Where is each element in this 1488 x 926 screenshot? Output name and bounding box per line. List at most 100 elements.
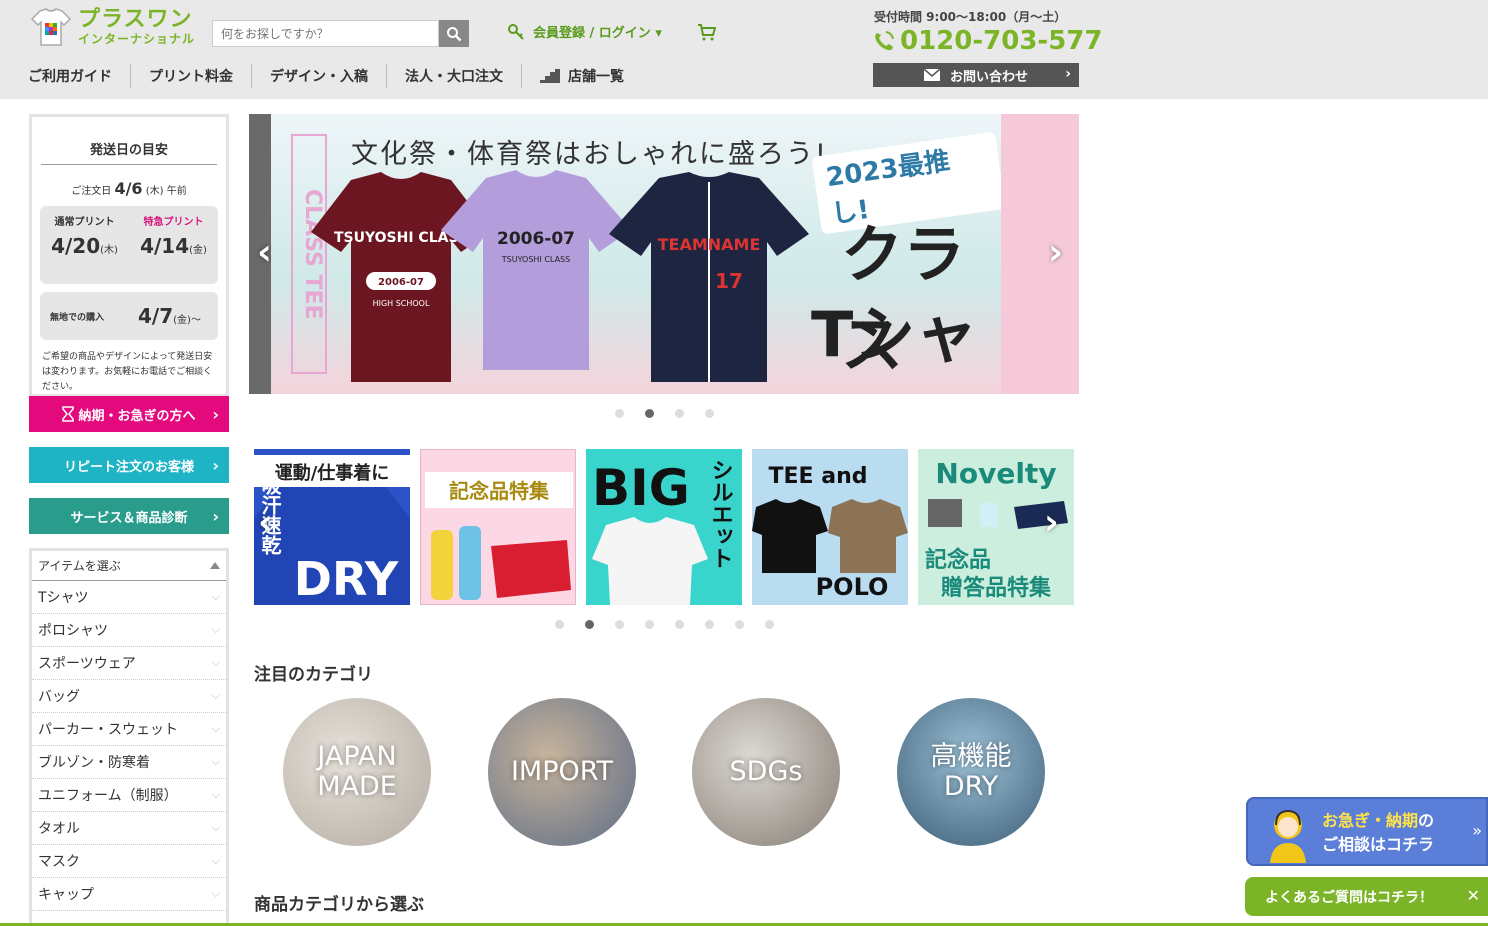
banner-big-side: シルエット bbox=[708, 459, 733, 569]
carousel-dot[interactable] bbox=[675, 409, 684, 418]
diagnosis-button[interactable]: サービス＆商品診断 › bbox=[29, 498, 229, 534]
carousel-dot[interactable] bbox=[615, 409, 624, 418]
banner-commemorative-title: 記念品特集 bbox=[449, 479, 550, 503]
list-item[interactable]: ブルゾン・防寒着 ⌵ bbox=[32, 746, 226, 779]
item-label: バッグ bbox=[38, 689, 80, 705]
plain-purchase-day: (金)～ bbox=[173, 315, 201, 326]
chevron-down-icon: ⌵ bbox=[211, 623, 220, 636]
chevron-down-icon: ⌵ bbox=[211, 590, 220, 603]
category-high-function-dry[interactable]: 高機能 DRY bbox=[897, 698, 1045, 846]
list-item[interactable]: スポーツウェア ⌵ bbox=[32, 647, 226, 680]
navy-baseball-shirt-image: TEAMNAME 17 bbox=[609, 172, 809, 382]
category-sdgs[interactable]: SDGs bbox=[692, 698, 840, 846]
faq-widget[interactable]: よくあるご質問はコチラ！ ✕ bbox=[1245, 877, 1488, 916]
carousel-prev-arrow-icon[interactable]: ‹ bbox=[257, 232, 272, 273]
print-dates: 通常プリント 4/20(木) 特急プリント 4/14(金) bbox=[40, 206, 218, 284]
carousel-dot[interactable] bbox=[735, 620, 744, 629]
list-item[interactable]: タオル ⌵ bbox=[32, 812, 226, 845]
item-list-title: アイテムを選ぶ bbox=[38, 559, 121, 573]
carousel-dot[interactable] bbox=[555, 620, 564, 629]
item-label: ポロシャツ bbox=[38, 623, 108, 639]
category-label: 高機能 DRY bbox=[930, 741, 1012, 802]
hero-carousel-dots bbox=[615, 409, 714, 418]
urgent-consult-widget[interactable]: お急ぎ・納期の ご相談はコチラ » bbox=[1246, 797, 1488, 866]
nav-item-price[interactable]: プリント料金 bbox=[131, 64, 252, 88]
search-button[interactable] bbox=[439, 20, 469, 47]
banner-tee-polo[interactable]: TEE and POLO bbox=[752, 449, 908, 605]
carousel-dot[interactable] bbox=[705, 409, 714, 418]
shirt2-line2: TSUYOSHI CLASS bbox=[501, 255, 570, 264]
phone-icon bbox=[875, 31, 894, 51]
cart-icon[interactable] bbox=[697, 22, 717, 42]
hero-slide-class-tshirt[interactable]: CLASS TEE 文化祭・体育祭はおしゃれに盛ろう! TSUYOSHI CLA… bbox=[271, 114, 1006, 394]
banner-big-silhouette-art: BIG シルエット bbox=[592, 459, 733, 605]
carousel-dot-active[interactable] bbox=[585, 620, 594, 629]
site-logo[interactable]: プラスワン インターナショナル bbox=[30, 6, 200, 48]
main-nav: ご利用ガイド プリント料金 デザイン・入稿 法人・大口注文 店舗一覧 bbox=[10, 64, 642, 88]
urgent-line2a: ご相談 bbox=[1322, 835, 1371, 854]
chevron-down-icon: ⌵ bbox=[211, 722, 220, 735]
logo-main-text: プラスワン bbox=[78, 7, 193, 32]
banner-prev-arrow-icon[interactable]: ‹ bbox=[258, 502, 273, 543]
site-header: プラスワン インターナショナル 会員登録 / ログイン ▾ 受付時間 9:00～… bbox=[0, 0, 1488, 99]
close-icon[interactable]: ✕ bbox=[1467, 886, 1480, 905]
double-chevron-right-icon: » bbox=[1472, 821, 1482, 840]
contact-button[interactable]: お問い合わせ › bbox=[873, 63, 1079, 87]
carousel-next-arrow-icon[interactable]: › bbox=[1048, 232, 1063, 273]
category-import[interactable]: IMPORT bbox=[488, 698, 636, 846]
login-link[interactable]: 会員登録 / ログイン ▾ bbox=[508, 22, 662, 41]
normal-print: 通常プリント 4/20(木) bbox=[40, 206, 129, 284]
list-item[interactable]: ポロシャツ ⌵ bbox=[32, 614, 226, 647]
chevron-down-icon: ⌵ bbox=[211, 788, 220, 801]
list-item[interactable]: バッグ ⌵ bbox=[32, 680, 226, 713]
item-category-list: アイテムを選ぶ Tシャツ ⌵ ポロシャツ ⌵ スポーツウェア ⌵ バッグ ⌵ パーカー・… bbox=[29, 548, 229, 926]
product-category-section-title: 商品カテゴリから選ぶ bbox=[254, 895, 424, 915]
search-input[interactable] bbox=[212, 20, 439, 47]
shipping-note: ご希望の商品やデザインによって発送日安は変わります。お気軽にお電話でご相談くださ… bbox=[42, 352, 213, 392]
shirt1-line2: 2006-07 bbox=[378, 277, 424, 288]
repeat-order-button[interactable]: リピート注文のお客様 › bbox=[29, 447, 229, 483]
list-item[interactable]: マスク ⌵ bbox=[32, 845, 226, 878]
express-print-date: 4/14 bbox=[140, 234, 190, 258]
carousel-dot-active[interactable] bbox=[645, 409, 654, 418]
carousel-dot[interactable] bbox=[765, 620, 774, 629]
item-label: ブルゾン・防寒着 bbox=[38, 755, 150, 771]
chevron-down-icon: ⌵ bbox=[211, 656, 220, 669]
category-label: SDGs bbox=[729, 756, 803, 788]
carousel-dot[interactable] bbox=[705, 620, 714, 629]
nav-item-stores[interactable]: 店舗一覧 bbox=[522, 64, 642, 88]
list-item[interactable]: ユニフォーム（制服） ⌵ bbox=[32, 779, 226, 812]
nav-item-design[interactable]: デザイン・入稿 bbox=[252, 64, 387, 88]
item-list-header[interactable]: アイテムを選ぶ bbox=[32, 551, 226, 581]
chevron-right-icon: › bbox=[1065, 66, 1071, 82]
order-date: 4/6 bbox=[114, 179, 143, 198]
hero-next-slide bbox=[1001, 114, 1079, 394]
banner-big-silhouette[interactable]: BIG シルエット bbox=[586, 449, 742, 605]
operator-woman-icon bbox=[1270, 809, 1306, 863]
carousel-dot[interactable] bbox=[675, 620, 684, 629]
diagnosis-label: サービス＆商品診断 bbox=[70, 510, 188, 526]
banner-tee-polo-art: TEE and POLO bbox=[752, 464, 908, 601]
list-item[interactable]: キャップ ⌵ bbox=[32, 878, 226, 911]
hero-title-line2: Tシャツ bbox=[811, 298, 978, 394]
normal-print-date: 4/20 bbox=[51, 234, 101, 258]
search-icon bbox=[447, 26, 462, 41]
urgent-delivery-button[interactable]: 納期・お急ぎの方へ › bbox=[29, 396, 229, 432]
item-label: キャップ bbox=[38, 887, 94, 903]
banner-next-arrow-icon[interactable]: › bbox=[1044, 502, 1059, 543]
phone-number[interactable]: 0120-703-577 bbox=[872, 26, 1103, 56]
banner-commemorative[interactable]: 記念品特集 bbox=[420, 449, 576, 605]
shipping-estimate-box: 発送日の目安 ご注文日 4/6 (木) 午前 通常プリント 4/20(木) 特急… bbox=[29, 114, 229, 397]
nav-item-guide[interactable]: ご利用ガイド bbox=[10, 64, 131, 88]
nav-item-corporate[interactable]: 法人・大口注文 bbox=[387, 64, 522, 88]
banner-dry[interactable]: 運動/仕事着に 吸汗速乾 DRY bbox=[254, 449, 410, 605]
list-item[interactable]: パーカー・スウェット ⌵ bbox=[32, 713, 226, 746]
item-label: ユニフォーム（制服） bbox=[38, 788, 178, 804]
logo-sub-text: インターナショナル bbox=[78, 32, 196, 46]
list-item[interactable]: Tシャツ ⌵ bbox=[32, 581, 226, 614]
chevron-right-icon: › bbox=[212, 455, 219, 475]
carousel-dot[interactable] bbox=[645, 620, 654, 629]
hero-carousel[interactable]: CLASS TEE 文化祭・体育祭はおしゃれに盛ろう! TSUYOSHI CLA… bbox=[249, 114, 1079, 394]
carousel-dot[interactable] bbox=[615, 620, 624, 629]
category-japan-made[interactable]: JAPAN MADE bbox=[283, 698, 431, 846]
